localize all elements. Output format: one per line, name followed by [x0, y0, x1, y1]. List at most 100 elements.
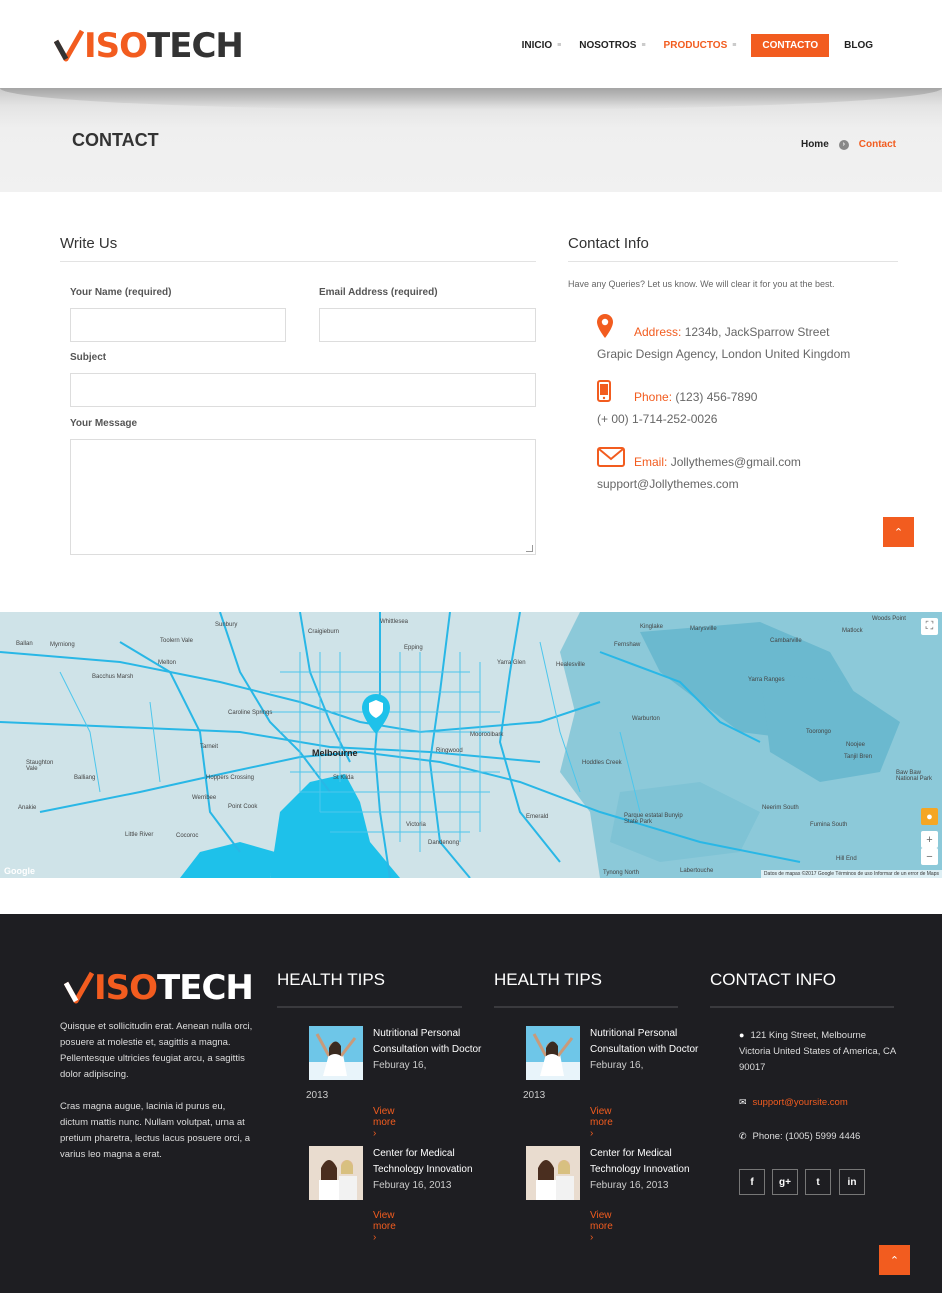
map-label: Fumina South: [810, 822, 848, 828]
main-nav: INICIO ≡ NOSOTROS ≡ PRODUCTOS ≡ CONTACTO…: [513, 34, 882, 57]
map-label: Tynong North: [603, 870, 640, 876]
logo-iso-text: ISO: [94, 968, 158, 1008]
view-more-link[interactable]: View more ›: [373, 1106, 396, 1139]
map-label: Caroline Springs: [228, 710, 273, 716]
post-thumbnail[interactable]: [526, 1146, 580, 1200]
resize-handle[interactable]: [526, 545, 533, 552]
divider: [277, 1006, 462, 1008]
map-label: Mooroolbark: [470, 732, 504, 738]
map-attribution[interactable]: Datos de mapas ©2017 Google Términos de …: [760, 870, 942, 878]
page-banner: CONTACT Home › Contact: [0, 88, 942, 192]
site-logo[interactable]: ISO TECH: [54, 26, 244, 66]
email-block: Email: Jollythemes@gmail.com support@Jol…: [597, 451, 801, 495]
nav-item-productos[interactable]: PRODUCTOS ≡: [655, 34, 746, 57]
message-label: Your Message: [70, 418, 138, 429]
map-label: Sunbury: [215, 622, 238, 628]
post-title[interactable]: Center for Medical Technology Innovation…: [373, 1146, 483, 1194]
chevron-up-icon: ⌃: [893, 526, 904, 539]
footer-phone-text: Phone: (1005) 5999 4446: [752, 1131, 861, 1142]
post-title[interactable]: Nutritional Personal Consultation with D…: [373, 1026, 483, 1074]
message-textarea[interactable]: [70, 439, 536, 555]
map-label: Little River: [125, 832, 154, 838]
map-label: Cocoroc: [176, 833, 199, 839]
linkedin-icon[interactable]: in: [839, 1169, 865, 1195]
map-label: Baw Baw National Park: [896, 770, 933, 782]
name-label: Your Name (required): [70, 287, 172, 298]
post-thumbnail[interactable]: [309, 1026, 363, 1080]
address-line1: 1234b, JackSparrow Street: [684, 325, 830, 339]
logo-check-icon: [54, 29, 84, 62]
email-input[interactable]: [319, 308, 536, 342]
footer-contact-title: CONTACT INFO: [710, 970, 836, 989]
address-line2: Grapic Design Agency, London United King…: [597, 347, 851, 361]
map-pin-icon: ●: [739, 1030, 745, 1040]
map-label: Marysville: [690, 626, 717, 632]
health-tips-title: HEALTH TIPS: [494, 970, 603, 989]
phone-line2: (+ 00) 1-714-252-0026: [597, 412, 718, 426]
nav-label: BLOG: [844, 40, 873, 51]
map-label: Hoppers Crossing: [206, 775, 255, 781]
map-label: Tanjil Bren: [844, 754, 873, 760]
footer-email-link[interactable]: support@yoursite.com: [753, 1097, 848, 1108]
footer-about-text: Quisque et sollicitudin erat. Aenean nul…: [60, 1021, 253, 1080]
view-more-link[interactable]: View more ›: [590, 1106, 613, 1139]
map-canvas[interactable]: [0, 612, 942, 878]
footer-address-text: 121 King Street, Melbourne Victoria Unit…: [739, 1030, 896, 1073]
post-title[interactable]: Nutritional Personal Consultation with D…: [590, 1026, 700, 1074]
zoom-out-button[interactable]: −: [921, 848, 938, 865]
post-title-text: Nutritional Personal Consultation with D…: [373, 1028, 482, 1055]
street-view-pegman[interactable]: ●: [921, 808, 938, 825]
nav-item-contacto[interactable]: CONTACTO: [751, 34, 830, 57]
map-label: Balliang: [74, 775, 96, 781]
map-label: Point Cook: [228, 804, 258, 810]
write-us-title: Write Us: [60, 235, 118, 252]
dropdown-icon: ≡: [557, 42, 562, 49]
divider: [568, 261, 898, 262]
divider: [494, 1006, 678, 1008]
map-label: Hill End: [836, 856, 857, 862]
google-plus-icon[interactable]: g+: [772, 1169, 798, 1195]
email-label: Email Address (required): [319, 287, 438, 298]
post-date: Feburay 16, 2013: [373, 1180, 452, 1191]
view-more-link[interactable]: View more ›: [373, 1210, 396, 1243]
footer-about-text: Cras magna augue, lacinia id purus eu, d…: [60, 1101, 251, 1160]
fullscreen-button[interactable]: ⛶: [921, 618, 938, 635]
email-line1[interactable]: Jollythemes@gmail.com: [671, 455, 801, 469]
twitter-icon[interactable]: t: [805, 1169, 831, 1195]
header: ISO TECH INICIO ≡ NOSOTROS ≡ PRODUCTOS ≡…: [0, 0, 942, 88]
map-label: Toorongo: [806, 729, 832, 735]
map-label: Kinglake: [640, 624, 664, 630]
map-label: Whittlesea: [380, 619, 409, 625]
phone-block: Phone: (123) 456-7890 (+ 00) 1-714-252-0…: [597, 386, 757, 430]
name-input[interactable]: [70, 308, 286, 342]
footer-logo[interactable]: ISO TECH: [64, 968, 254, 1008]
email-line2[interactable]: support@Jollythemes.com: [597, 473, 801, 495]
zoom-in-button[interactable]: +: [921, 831, 938, 848]
post-year: 2013: [523, 1090, 546, 1101]
breadcrumb-home[interactable]: Home: [801, 139, 829, 150]
chevron-up-icon: ⌃: [889, 1254, 900, 1267]
post-thumbnail[interactable]: [309, 1146, 363, 1200]
view-more-link[interactable]: View more ›: [590, 1210, 613, 1243]
back-to-top-button[interactable]: ⌃: [883, 517, 914, 547]
post-date: Feburay 16,: [373, 1060, 427, 1071]
subject-input[interactable]: [70, 373, 536, 407]
map-label: Healesville: [556, 662, 586, 668]
post-date: Feburay 16,: [590, 1060, 644, 1071]
breadcrumb-current: Contact: [858, 139, 896, 150]
post-title[interactable]: Center for Medical Technology Innovation…: [590, 1146, 700, 1194]
map-label: Werribee: [192, 795, 217, 801]
map-label: Myrniong: [50, 642, 75, 648]
facebook-icon[interactable]: f: [739, 1169, 765, 1195]
nav-item-inicio[interactable]: INICIO ≡: [513, 34, 571, 57]
logo-iso-text: ISO: [84, 26, 148, 66]
nav-item-blog[interactable]: BLOG: [835, 34, 882, 57]
nav-item-nosotros[interactable]: NOSOTROS ≡: [570, 34, 654, 57]
post-title-text: Center for Medical Technology Innovation: [373, 1148, 473, 1175]
nav-label: NOSOTROS: [579, 40, 637, 51]
map[interactable]: Sunbury Craigieburn Epping Bacchus Marsh…: [0, 612, 942, 878]
post-thumbnail[interactable]: [526, 1026, 580, 1080]
back-to-top-button[interactable]: ⌃: [879, 1245, 910, 1275]
map-city-label: Melbourne: [312, 748, 358, 758]
footer-email[interactable]: ✉ support@yoursite.com: [739, 1094, 848, 1111]
